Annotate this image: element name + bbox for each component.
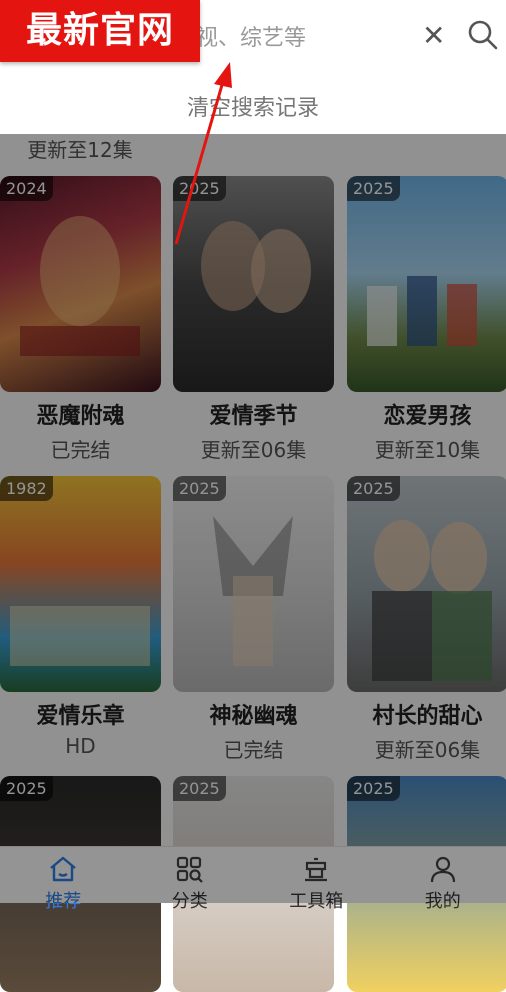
- annotation-arrow: [0, 0, 506, 260]
- page: 更新至12集 2024 恶魔附魂 已完结 2025 爱情季节: [0, 0, 506, 903]
